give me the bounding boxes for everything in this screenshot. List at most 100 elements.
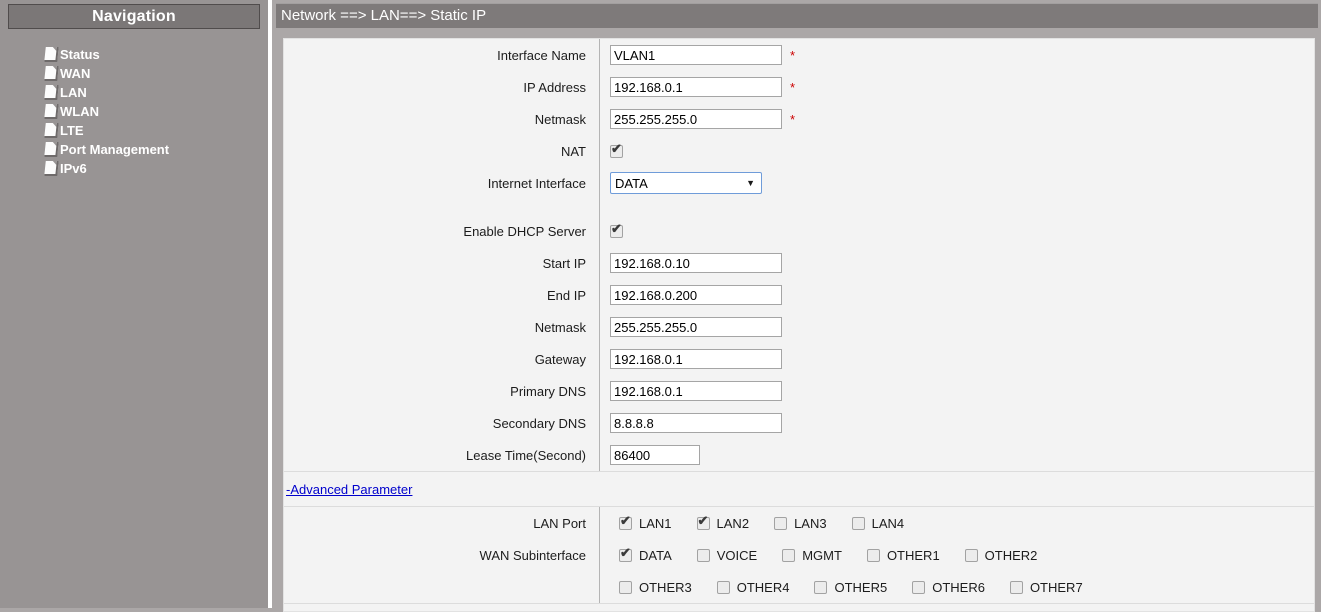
form-row: NAT ✔ xyxy=(284,135,1314,167)
sidebar-item-lte[interactable]: LTE xyxy=(44,121,268,140)
internet-interface-select[interactable]: DATA ▼ xyxy=(610,172,762,194)
form-row: Enable DHCP Server ✔ xyxy=(284,215,1314,247)
other1-checkbox[interactable] xyxy=(866,548,880,562)
main-content: Network ==> LAN==> Static IP Interface N… xyxy=(272,0,1321,612)
lan4-option[interactable]: LAN4 xyxy=(851,515,905,531)
checkbox-label: OTHER3 xyxy=(639,579,692,595)
field-label: LAN Port xyxy=(533,515,586,531)
form-row: Internet Interface DATA ▼ xyxy=(284,167,1314,199)
sidebar-item-status[interactable]: Status xyxy=(44,45,268,64)
checkbox-group: ✔ LAN1 ✔ LAN2 LAN3 LAN4 xyxy=(619,514,905,531)
checkbox-label: LAN4 xyxy=(871,515,905,531)
form-row: Interface Name * xyxy=(284,39,1314,71)
form-row: Gateway xyxy=(284,343,1314,375)
voice-option[interactable]: VOICE xyxy=(696,547,758,563)
form-row: IP Address * xyxy=(284,71,1314,103)
other2-option[interactable]: OTHER2 xyxy=(964,547,1038,563)
port-row: LAN Port ✔ LAN1 ✔ LAN2 LAN3 LAN4 xyxy=(284,507,1314,539)
other5-checkbox[interactable] xyxy=(814,580,828,594)
page-icon xyxy=(44,66,59,81)
checkbox-label: DATA xyxy=(639,547,672,563)
breadcrumb: Network ==> LAN==> Static IP xyxy=(276,3,1318,28)
field-content: * xyxy=(599,39,1314,71)
field-content: DATA ▼ xyxy=(599,167,1314,199)
secondary-dns-input[interactable] xyxy=(610,413,782,433)
check-icon: ✔ xyxy=(611,220,622,236)
other7-checkbox[interactable] xyxy=(1009,580,1023,594)
interface-name-input[interactable] xyxy=(610,45,782,65)
lan3-checkbox[interactable] xyxy=(774,516,788,530)
field-label: Enable DHCP Server xyxy=(463,223,586,239)
form-row: Secondary DNS xyxy=(284,407,1314,439)
lan1-checkbox[interactable]: ✔ xyxy=(619,514,632,530)
other6-checkbox[interactable] xyxy=(912,580,926,594)
port-row: OTHER3 OTHER4 OTHER5 OTHER6 OTHER7 xyxy=(284,571,1314,603)
sidebar-item-port-management[interactable]: Port Management xyxy=(44,140,268,159)
other1-option[interactable]: OTHER1 xyxy=(866,547,940,563)
gateway-input[interactable] xyxy=(610,349,782,369)
advanced-parameter-row: -Advanced Parameter xyxy=(284,472,1314,506)
other3-checkbox[interactable] xyxy=(619,580,632,594)
sidebar-item-label: IPv6 xyxy=(60,161,87,176)
check-icon: ✔ xyxy=(620,544,631,560)
advanced-parameter-link[interactable]: -Advanced Parameter xyxy=(286,482,412,497)
mgmt-option[interactable]: MGMT xyxy=(782,548,842,563)
end-ip-input[interactable] xyxy=(610,285,782,305)
page-icon xyxy=(44,123,59,138)
voice-checkbox[interactable] xyxy=(696,548,710,562)
data-option[interactable]: ✔ DATA xyxy=(619,544,672,563)
data-checkbox[interactable]: ✔ xyxy=(619,544,632,562)
mgmt-checkbox[interactable] xyxy=(782,548,796,562)
other7-option[interactable]: OTHER7 xyxy=(1009,580,1083,595)
page-icon xyxy=(44,161,59,176)
checkbox-label: OTHER2 xyxy=(984,547,1038,563)
form-panel: Interface Name * IP Address * Netmask * NAT ✔ In… xyxy=(283,38,1315,612)
netmask-input[interactable] xyxy=(610,109,782,129)
field-content xyxy=(599,247,1314,279)
page-icon xyxy=(44,47,59,62)
other4-option[interactable]: OTHER4 xyxy=(716,580,789,595)
checkbox-label: OTHER5 xyxy=(834,579,888,595)
form-row: Primary DNS xyxy=(284,375,1314,407)
lan2-checkbox[interactable]: ✔ xyxy=(696,514,710,530)
start-ip-input[interactable] xyxy=(610,253,782,273)
other5-option[interactable]: OTHER5 xyxy=(814,580,887,595)
sidebar-item-lan[interactable]: LAN xyxy=(44,83,268,102)
checkbox-label: VOICE xyxy=(716,547,758,563)
field-content xyxy=(599,311,1314,343)
field-content xyxy=(599,279,1314,311)
checkbox-label: LAN3 xyxy=(794,515,827,531)
required-asterisk: * xyxy=(790,111,796,127)
field-label: Internet Interface xyxy=(487,175,586,191)
field-content xyxy=(599,407,1314,439)
lan1-option[interactable]: ✔ LAN1 xyxy=(619,514,672,531)
field-label: Gateway xyxy=(534,351,586,367)
form-row: End IP xyxy=(284,279,1314,311)
field-label xyxy=(284,571,599,603)
lan3-option[interactable]: LAN3 xyxy=(774,516,827,531)
other2-checkbox[interactable] xyxy=(964,548,978,562)
port-row: WAN Subinterface ✔ DATA VOICE MGMT OTHER1 OTHE… xyxy=(284,539,1314,571)
lan4-checkbox[interactable] xyxy=(851,516,865,530)
sidebar-item-wan[interactable]: WAN xyxy=(44,64,268,83)
sidebar-item-ipv6[interactable]: IPv6 xyxy=(44,159,268,178)
other3-option[interactable]: OTHER3 xyxy=(619,580,692,595)
form-row: Start IP xyxy=(284,247,1314,279)
ip-address-input[interactable] xyxy=(610,77,782,97)
other6-option[interactable]: OTHER6 xyxy=(912,580,985,595)
lease-time-second-input[interactable] xyxy=(610,445,700,465)
checkbox-label: LAN1 xyxy=(639,515,672,531)
nat-checkbox[interactable]: ✔ xyxy=(610,142,623,158)
primary-dns-input[interactable] xyxy=(610,381,782,401)
required-asterisk: * xyxy=(790,47,796,63)
enable-dhcp-server-checkbox[interactable]: ✔ xyxy=(610,220,623,238)
netmask-input[interactable] xyxy=(610,317,782,337)
field-content: * xyxy=(599,103,1314,135)
lan2-option[interactable]: ✔ LAN2 xyxy=(696,514,749,531)
section-spacer xyxy=(284,199,1314,215)
other4-checkbox[interactable] xyxy=(716,580,730,594)
sidebar-item-label: WAN xyxy=(60,66,91,81)
sidebar-item-wlan[interactable]: WLAN xyxy=(44,102,268,121)
field-content xyxy=(599,439,1314,471)
checkbox-label: OTHER1 xyxy=(886,547,940,563)
